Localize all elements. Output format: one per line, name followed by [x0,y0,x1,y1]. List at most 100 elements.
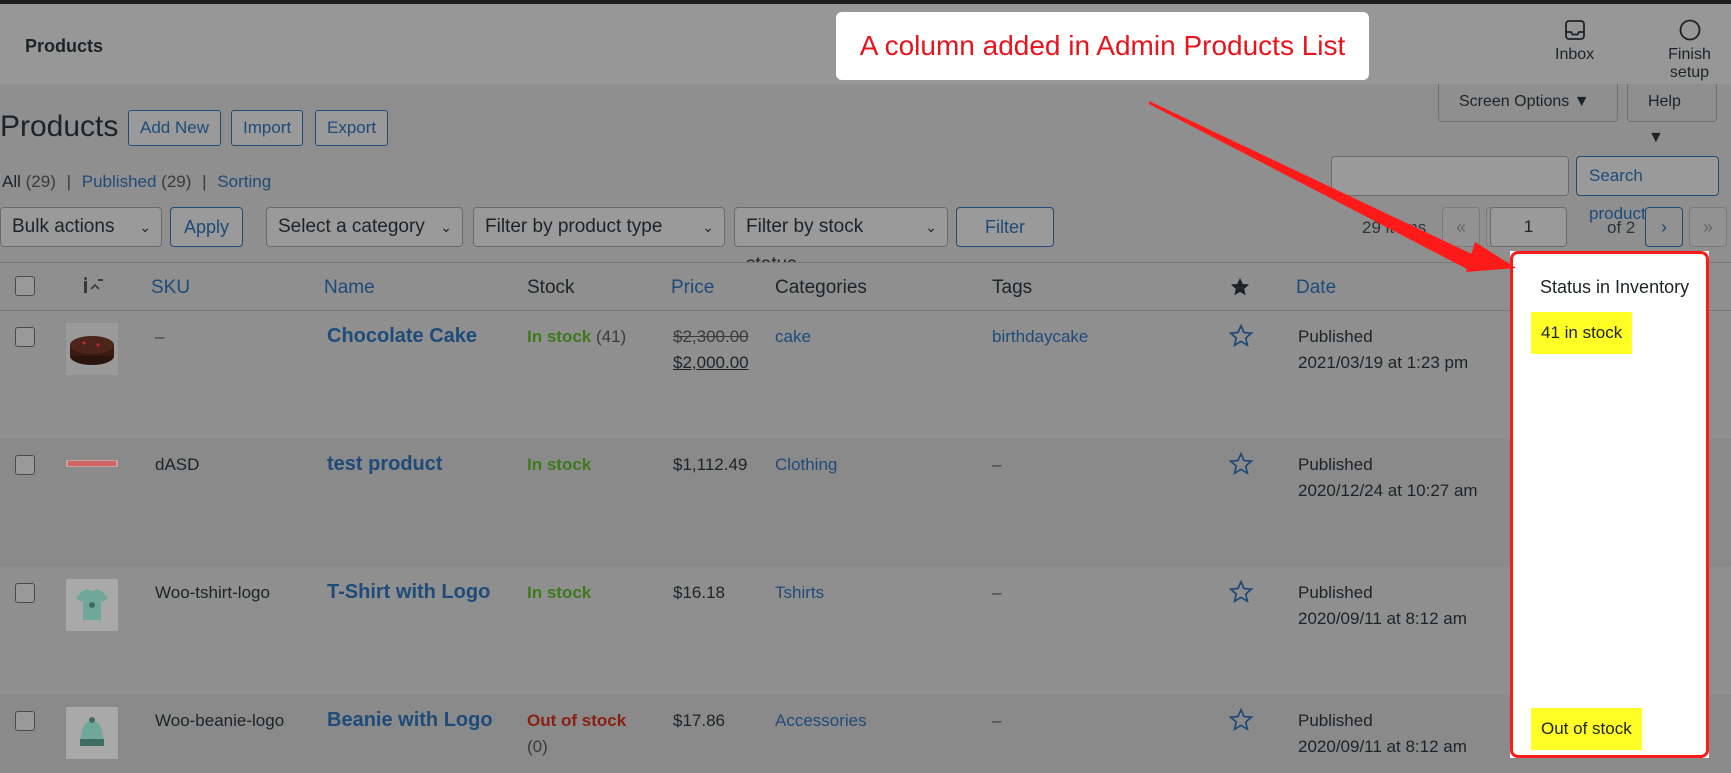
date-value: 2020/09/11 at 8:12 am [1298,609,1467,628]
stock-cell: In stock [527,580,591,606]
date-value: 2021/03/19 at 1:23 pm [1298,353,1469,372]
beanie-image [80,717,104,746]
row-checkbox[interactable] [15,711,35,731]
inbox-icon [1564,20,1585,40]
import-button[interactable]: Import [231,110,304,146]
table-row: Woo-beanie-logo Beanie with Logo Out of … [0,695,1731,773]
annotation-callout: A column added in Admin Products List [836,12,1369,80]
filter-all-count: (29) [25,172,56,191]
price-cell: $2,300.00 $2,000.00 [673,324,749,376]
chevron-down-icon: ⌄ [139,219,151,235]
product-name-link[interactable]: T-Shirt with Logo [327,581,490,604]
row-checkbox[interactable] [15,327,35,347]
select-all-checkbox[interactable] [15,276,35,296]
tags-cell: – [992,583,1002,602]
table-row: Woo-tshirt-logo T-Shirt with Logo In sto… [0,567,1731,695]
product-thumbnail[interactable] [66,323,118,375]
help-button[interactable]: Help ▼ [1627,84,1717,146]
star-outline-icon[interactable] [1228,579,1254,605]
date-cell: Published 2020/09/11 at 8:12 am [1298,580,1467,632]
header-categories: Categories [775,277,867,298]
star-outline-icon[interactable] [1228,323,1254,349]
date-status: Published [1298,455,1373,474]
filter-button[interactable]: Filter [956,207,1054,247]
category-link[interactable]: Clothing [775,452,837,478]
product-thumbnail[interactable] [66,443,118,495]
current-page-input[interactable]: 1 [1490,207,1567,247]
stock-count: (0) [527,737,548,756]
sku-cell: dASD [155,455,200,474]
date-cell: Published 2020/12/24 at 10:27 am [1298,452,1478,504]
filter-published-link[interactable]: Published [82,172,157,191]
inbox-button[interactable]: Inbox [1555,18,1594,64]
sku-cell: Woo-tshirt-logo [155,583,270,602]
sku-cell: – [155,327,165,346]
price-cell: $1,112.49 [673,455,748,474]
date-value: 2020/12/24 at 10:27 am [1298,481,1478,500]
star-outline-icon[interactable] [1228,707,1254,733]
chevron-down-icon: ⌄ [440,219,452,235]
screen-options-button[interactable]: Screen Options ▼ [1438,84,1618,122]
category-link[interactable]: Tshirts [775,580,824,606]
header-price[interactable]: Price [671,277,714,299]
last-page-button[interactable]: » [1689,207,1727,247]
sku-cell: Woo-beanie-logo [155,711,285,730]
header-name[interactable]: Name [324,277,375,299]
sorting-link[interactable]: Sorting [217,172,271,191]
product-name-link[interactable]: Beanie with Logo [327,709,493,732]
row-checkbox[interactable] [15,583,35,603]
header-date[interactable]: Date [1296,277,1336,299]
product-name-link[interactable]: test product [327,453,443,476]
cake-image [70,336,114,365]
search-products-button[interactable]: Search products [1576,156,1719,223]
category-link[interactable]: cake [775,324,811,350]
row-checkbox[interactable] [15,455,35,475]
date-value: 2020/09/11 at 8:12 am [1298,737,1467,756]
category-value: Select a category [278,216,425,237]
product-thumbnail[interactable] [66,707,118,759]
export-button[interactable]: Export [315,110,389,146]
header-stock: Stock [527,277,575,298]
product-type-select[interactable]: Filter by product type ⌄ [473,207,725,247]
tags-cell: – [992,455,1002,474]
status-filter-links: All (29) | Published (29) | Sorting [2,172,271,192]
stock-status-label: In stock [527,455,592,474]
finish-setup-button[interactable]: Finish setup [1648,18,1731,82]
chevron-down-icon: ⌄ [702,219,714,235]
first-page-button[interactable]: « [1442,207,1480,247]
header-sku[interactable]: SKU [151,277,190,299]
tag-link[interactable]: birthdaycake [992,324,1088,350]
separator: | [202,172,207,191]
inbox-label: Inbox [1555,46,1595,63]
bulk-actions-select[interactable]: Bulk actions ⌄ [0,207,162,247]
highlight-border [1510,251,1709,758]
price-cell: $17.86 [673,711,725,730]
date-status: Published [1298,711,1373,730]
product-logo-image [66,460,118,467]
apply-button[interactable]: Apply [170,207,244,247]
product-name-link[interactable]: Chocolate Cake [327,325,477,348]
stock-status-label: In stock [527,583,592,602]
category-select[interactable]: Select a category ⌄ [266,207,463,247]
stock-count: (41) [595,327,627,346]
stock-cell: In stock (41) [527,324,626,350]
search-input[interactable] [1331,156,1569,196]
product-type-value: Filter by product type [485,216,663,237]
category-link[interactable]: Accessories [775,708,867,734]
table-row: dASD test product In stock $1,112.49 Clo… [0,439,1731,567]
stock-status-label: Out of stock [527,711,627,730]
date-cell: Published 2021/03/19 at 1:23 pm [1298,324,1468,376]
add-new-button[interactable]: Add New [128,110,221,146]
star-outline-icon[interactable] [1228,451,1254,477]
total-pages: of 2 [1607,218,1636,237]
stock-cell: Out of stock (0) [527,708,626,760]
stock-status-select[interactable]: Filter by stock status ⌄ [734,207,948,275]
product-thumbnail[interactable] [66,579,118,631]
tshirt-image [76,589,108,620]
separator: | [66,172,72,191]
filter-all-link[interactable]: All [2,172,21,191]
date-status: Published [1298,583,1373,602]
star-filled-icon[interactable] [1229,276,1251,298]
next-page-button[interactable]: › [1645,207,1683,247]
filter-published-count: (29) [161,172,192,191]
